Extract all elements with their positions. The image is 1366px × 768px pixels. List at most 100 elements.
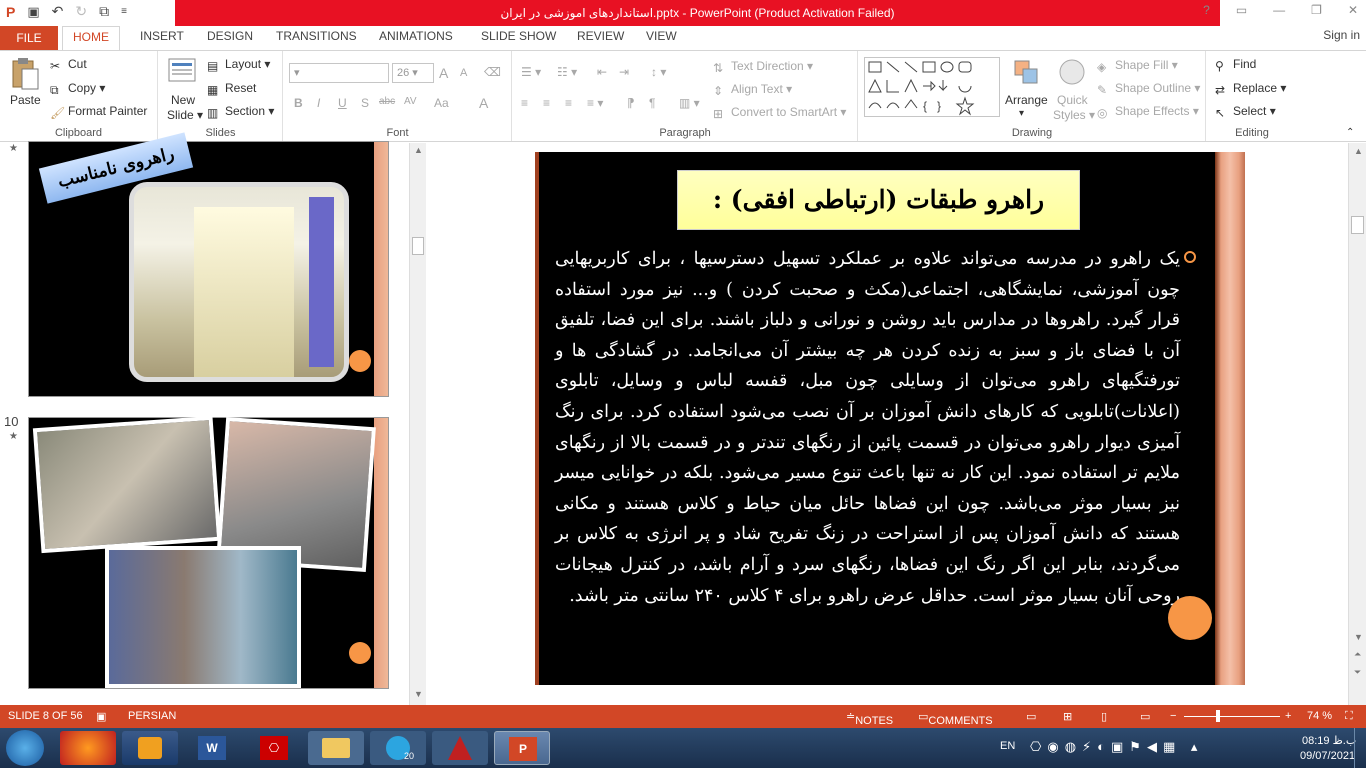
thumb-scroll-up-icon[interactable]: ▲ — [414, 145, 423, 155]
rtl-icon[interactable]: ¶ — [649, 96, 655, 110]
replace-button[interactable]: ⇄ Replace ▾ — [1215, 81, 1286, 97]
thumbnails-scrollbar[interactable]: ▲ ▼ — [409, 143, 426, 705]
bullets-icon[interactable]: ☰ ▾ — [521, 65, 541, 79]
media-player-taskbar-icon[interactable] — [122, 731, 178, 765]
minimize-button[interactable]: — — [1273, 3, 1285, 17]
align-text-button[interactable]: ⇕ Align Text ▾ — [713, 82, 792, 98]
paste-button[interactable]: Paste — [10, 93, 41, 107]
firefox-taskbar-icon[interactable] — [60, 731, 116, 765]
char-spacing-button[interactable]: AV — [404, 96, 417, 107]
increase-indent-icon[interactable]: ⇥ — [619, 65, 629, 79]
slide-thumbnail-9[interactable]: راهروی نامناسب — [28, 132, 389, 397]
normal-view-icon[interactable]: ▭ — [1026, 710, 1036, 723]
shrink-font-button[interactable]: A — [460, 67, 467, 79]
powerpoint-taskbar-icon[interactable]: P — [494, 731, 550, 765]
comments-button[interactable]: ▭ COMMENTS — [918, 710, 993, 727]
convert-smartart-button[interactable]: ⊞ Convert to SmartArt ▾ — [713, 105, 846, 121]
align-center-icon[interactable]: ≡ — [543, 96, 550, 110]
slide-body-text[interactable]: یک راهرو در مدرسه می‌تواند علاوه بر عملک… — [555, 244, 1180, 674]
clear-format-icon[interactable]: ⌫ — [484, 65, 501, 79]
collapse-ribbon-icon[interactable]: ⌃ — [1346, 127, 1354, 138]
shape-fill-button[interactable]: ◈ Shape Fill ▾ — [1097, 58, 1178, 74]
align-right-icon[interactable]: ≡ — [565, 96, 572, 110]
show-desktop-button[interactable] — [1354, 728, 1366, 768]
editor-scroll-thumb[interactable] — [1351, 216, 1364, 234]
decrease-indent-icon[interactable]: ⇤ — [597, 65, 607, 79]
start-button[interactable] — [6, 730, 44, 766]
clock-date[interactable]: 09/07/2021 — [1300, 750, 1355, 762]
copy-button[interactable]: ⧉ Copy ▾ — [50, 81, 105, 97]
redo-icon[interactable]: ↻ — [75, 3, 87, 20]
telegram-taskbar-icon[interactable]: 20 — [370, 731, 426, 765]
tab-insert[interactable]: INSERT — [140, 29, 184, 43]
tab-view[interactable]: VIEW — [646, 29, 677, 43]
italic-button[interactable]: I — [317, 96, 320, 110]
shapes-gallery[interactable]: {} — [864, 57, 1000, 117]
maximize-button[interactable]: ❐ — [1311, 3, 1322, 17]
format-painter-button[interactable]: 🖌 Format Painter — [50, 104, 147, 120]
reset-button[interactable]: ▦ Reset — [207, 81, 256, 97]
quick-styles-icon[interactable] — [1057, 57, 1087, 87]
zoom-level[interactable]: 74 % — [1307, 710, 1332, 722]
tab-design[interactable]: DESIGN — [207, 29, 253, 43]
ltr-icon[interactable]: ⁋ — [627, 96, 635, 110]
arrange-icon[interactable] — [1011, 57, 1041, 87]
justify-icon[interactable]: ≡ ▾ — [587, 96, 603, 110]
editor-scroll-up-icon[interactable]: ▲ — [1354, 146, 1363, 156]
font-color-button[interactable]: A — [479, 95, 488, 111]
align-left-icon[interactable]: ≡ — [521, 96, 528, 110]
tab-slideshow[interactable]: SLIDE SHOW — [481, 29, 556, 43]
tab-file[interactable]: FILE — [0, 26, 58, 50]
word-taskbar-icon[interactable]: W — [184, 731, 240, 765]
zoom-slider-track[interactable] — [1184, 716, 1280, 717]
line-spacing-icon[interactable]: ↕ ▾ — [651, 65, 666, 79]
start-from-beginning-icon[interactable]: ⧉ — [99, 3, 109, 20]
text-direction-button[interactable]: ⇅ Text Direction ▾ — [713, 59, 813, 75]
change-case-button[interactable]: Aa — [434, 96, 449, 110]
quick-styles-button[interactable]: Quick — [1057, 93, 1088, 107]
underline-button[interactable]: U — [338, 96, 347, 110]
thumb-scroll-thumb[interactable] — [412, 237, 424, 255]
customize-qat-icon[interactable]: ≡ — [121, 6, 127, 17]
save-icon[interactable]: ▣ — [27, 4, 39, 20]
help-button[interactable]: ? — [1203, 3, 1210, 17]
find-button[interactable]: ⚲ Find — [1215, 57, 1256, 73]
tab-animations[interactable]: ANIMATIONS — [379, 29, 453, 43]
language-indicator[interactable]: PERSIAN — [128, 710, 176, 722]
numbering-icon[interactable]: ☷ ▾ — [557, 65, 577, 79]
select-button[interactable]: ↖ Select ▾ — [1215, 104, 1276, 120]
shape-outline-button[interactable]: ✎ Shape Outline ▾ — [1097, 81, 1200, 97]
new-slide-button[interactable]: New — [171, 93, 195, 107]
close-button[interactable]: ✕ — [1348, 3, 1358, 17]
font-size-input[interactable]: 26 ▾ — [392, 63, 434, 83]
input-language[interactable]: EN — [1000, 740, 1015, 752]
slide-sorter-icon[interactable]: ⊞ — [1063, 710, 1072, 723]
shadow-button[interactable]: S — [361, 96, 369, 110]
arrange-dropdown[interactable]: ▾ — [1019, 108, 1024, 119]
ribbon-display-button[interactable]: ▭ — [1236, 3, 1247, 17]
cut-button[interactable]: ✂ Cut — [50, 57, 87, 73]
reading-view-icon[interactable]: ▯ — [1101, 710, 1107, 723]
tray-icons[interactable]: ⎔◉◍⚡◐▣⚑◀▦ ▴ — [1030, 739, 1203, 755]
slide-title[interactable]: راهرو طبقات (ارتباطی افقی) : — [677, 170, 1080, 230]
thumb-scroll-down-icon[interactable]: ▼ — [414, 689, 423, 699]
editor-scrollbar[interactable]: ▲ ▼ ⏶ ⏷ — [1348, 143, 1366, 705]
layout-button[interactable]: ▤ Layout ▾ — [207, 57, 270, 73]
new-slide-icon[interactable] — [167, 57, 197, 87]
editor-scroll-down-icon[interactable]: ▼ — [1354, 632, 1363, 642]
undo-icon[interactable]: ↶ — [52, 3, 64, 20]
fit-slide-icon[interactable]: ⛶ — [1345, 710, 1353, 723]
grow-font-button[interactable]: A — [439, 65, 448, 81]
slide-thumbnail-10[interactable] — [28, 415, 389, 689]
font-name-input[interactable]: ▾ — [289, 63, 389, 83]
tab-transitions[interactable]: TRANSITIONS — [276, 29, 357, 43]
autocad-taskbar-icon[interactable] — [432, 731, 488, 765]
shape-effects-button[interactable]: ◎ Shape Effects ▾ — [1097, 104, 1199, 120]
bold-button[interactable]: B — [294, 96, 303, 110]
sign-in-link[interactable]: Sign in — [1323, 28, 1360, 42]
arrange-button[interactable]: Arrange — [1005, 93, 1048, 107]
columns-icon[interactable]: ▥ ▾ — [679, 96, 700, 110]
slideshow-view-icon[interactable]: ▭ — [1140, 710, 1150, 723]
clock-time[interactable]: 08:19 ب.ظ — [1302, 734, 1356, 747]
paste-icon[interactable] — [10, 57, 40, 90]
